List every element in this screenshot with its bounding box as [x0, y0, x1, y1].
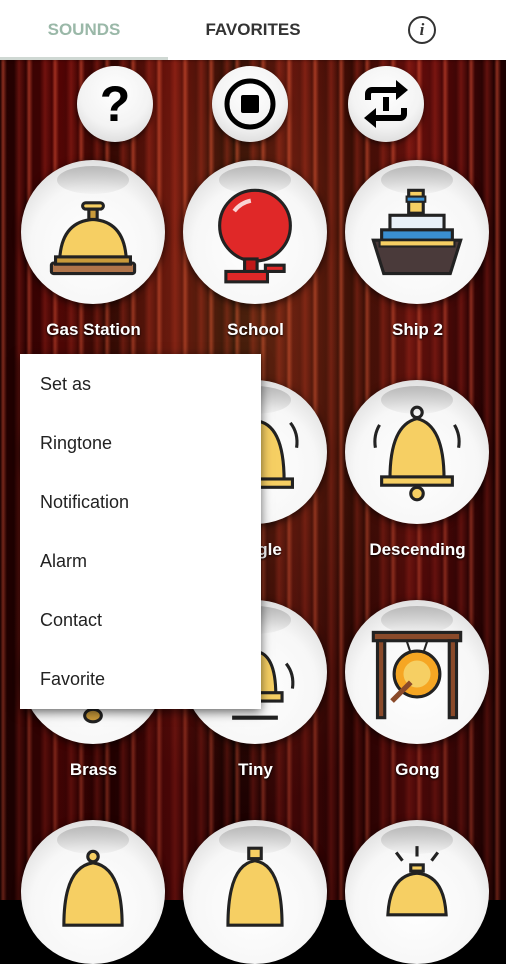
question-icon: ?	[99, 76, 131, 132]
tab-sounds[interactable]: SOUNDS	[0, 0, 168, 60]
sound-button[interactable]	[21, 160, 165, 304]
tab-bar: SOUNDS FAVORITES i	[0, 0, 506, 60]
menu-item-favorite[interactable]: Favorite	[20, 650, 261, 709]
sound-label: Ship 2	[391, 320, 443, 339]
set-as-menu: Set as Ringtone Notification Alarm Conta…	[20, 354, 261, 709]
sound-label: Brass	[69, 760, 118, 779]
info-icon: i	[408, 16, 436, 44]
repeat-icon	[364, 80, 408, 128]
stop-icon	[224, 78, 276, 130]
sound-label: Gong	[395, 760, 440, 779]
service-bell-icon	[386, 846, 448, 917]
ship-icon	[371, 188, 463, 276]
service-bell-icon	[49, 201, 137, 276]
menu-title-set-as: Set as	[40, 374, 92, 394]
bell-ringing-icon	[373, 405, 461, 502]
bell-icon	[62, 849, 124, 927]
repeat-button[interactable]	[348, 66, 424, 142]
stop-button[interactable]	[212, 66, 288, 142]
menu-item-notification[interactable]: Notification	[20, 473, 261, 532]
sound-label: School	[227, 320, 284, 339]
tab-favorites[interactable]: FAVORITES	[168, 0, 338, 60]
gong-icon	[371, 630, 463, 720]
sound-label: Gas Station	[46, 320, 141, 339]
menu-item-alarm[interactable]: Alarm	[20, 532, 261, 591]
sound-button[interactable]	[183, 820, 327, 964]
school-bell-icon	[218, 188, 292, 284]
sound-button[interactable]	[345, 160, 489, 304]
bell-icon	[226, 846, 284, 927]
sound-label: Descending	[369, 540, 466, 559]
help-button[interactable]: ?	[77, 66, 153, 142]
sound-button[interactable]	[345, 380, 489, 524]
sound-button[interactable]	[345, 820, 489, 964]
sound-button[interactable]	[21, 820, 165, 964]
menu-item-contact[interactable]: Contact	[20, 591, 261, 650]
info-button[interactable]: i	[338, 0, 506, 60]
menu-item-ringtone[interactable]: Ringtone	[20, 414, 261, 473]
sound-label: Tiny	[238, 760, 273, 779]
sound-button[interactable]	[345, 600, 489, 744]
sound-button[interactable]	[183, 160, 327, 304]
